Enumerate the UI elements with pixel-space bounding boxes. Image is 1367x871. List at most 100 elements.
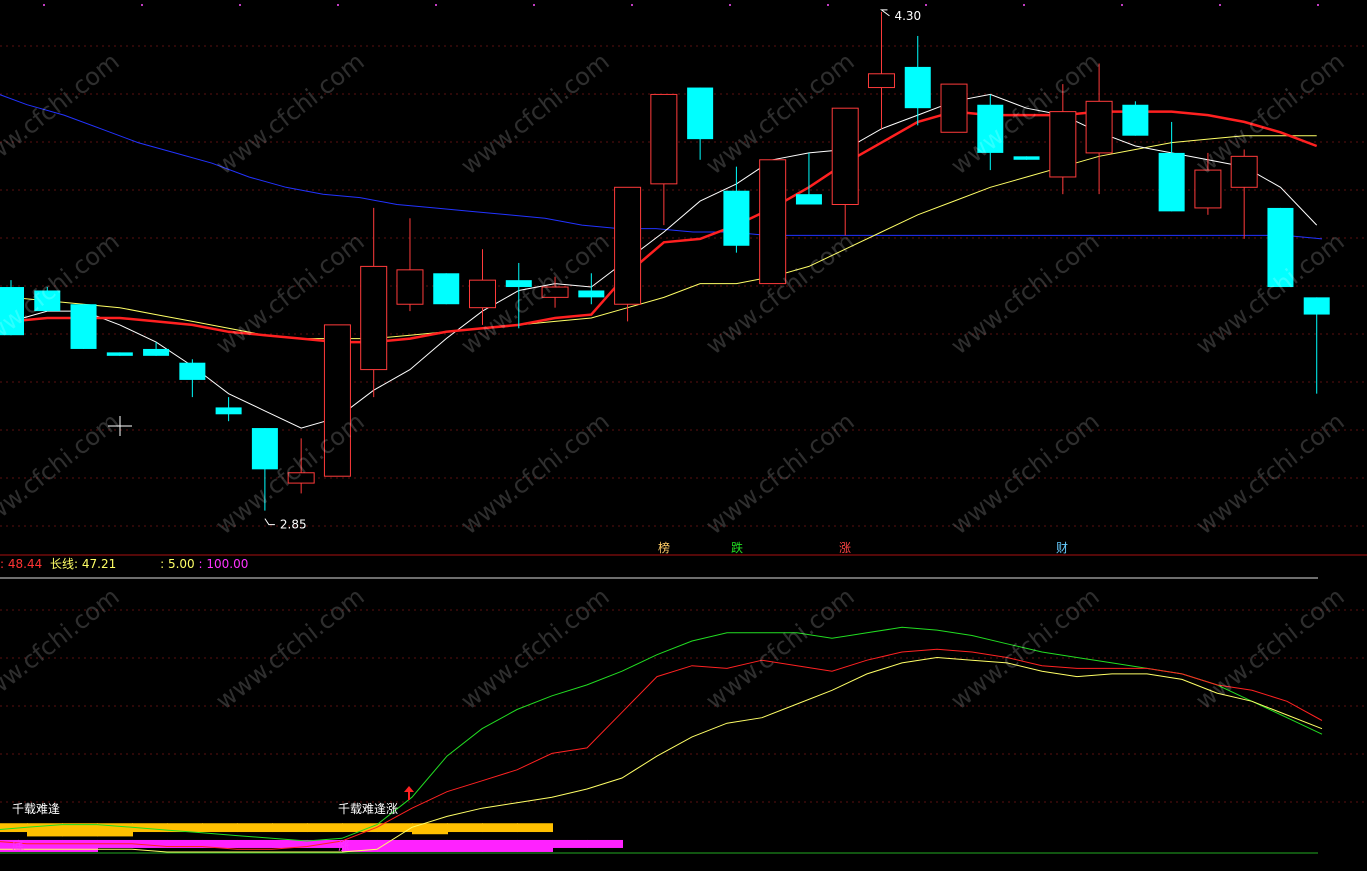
top-dot xyxy=(43,4,45,6)
chart-canvas: 4.302.85榜跌涨财千载难逢 千载难逢涨底 涨www.cfchi.com www.… xyxy=(0,4,1367,854)
signal-bar-magenta xyxy=(587,839,623,848)
candle-body-down xyxy=(1013,156,1040,160)
watermark: www.cfchi.com xyxy=(946,582,1105,715)
candle-body-down xyxy=(1158,152,1185,212)
top-dot xyxy=(533,4,535,6)
indicator-value-1: : 48.44 xyxy=(0,557,43,571)
top-dot xyxy=(141,4,143,6)
candle-body-down xyxy=(578,290,605,298)
signal-marker: 榜 xyxy=(658,540,670,555)
watermark: www.cfchi.com xyxy=(456,47,615,180)
top-dot xyxy=(729,4,731,6)
signal-bar-magenta xyxy=(62,839,98,852)
annotation-bottom-mid: 涨 xyxy=(338,838,350,853)
watermark: www.cfchi.com xyxy=(0,47,125,180)
indicator-value-4: : 100.00 xyxy=(198,557,249,571)
candle-body-up xyxy=(759,159,787,285)
candle-body-down xyxy=(1122,104,1149,136)
candle-body-up xyxy=(1230,155,1258,188)
annotation-left: 千载难逢 xyxy=(12,802,60,816)
indicator-value-3: : 5.00 xyxy=(160,557,195,571)
signal-bar-yellow xyxy=(517,823,553,833)
signal-bar-magenta xyxy=(552,839,588,848)
high-pointer xyxy=(879,9,890,17)
indicator-value-long: 长线: 47.21 xyxy=(50,557,117,571)
watermark: www.cfchi.com xyxy=(1191,407,1350,540)
top-dot xyxy=(337,4,339,6)
top-dot xyxy=(435,4,437,6)
watermark: www.cfchi.com xyxy=(0,582,125,715)
candle-body-up xyxy=(1049,111,1077,178)
top-dot xyxy=(239,4,241,6)
indicator-red-line xyxy=(0,648,1323,850)
watermark: www.cfchi.com xyxy=(456,582,615,715)
signal-bar-magenta xyxy=(517,839,553,852)
signal-bar-yellow xyxy=(202,823,238,833)
candle-body-up xyxy=(360,265,388,371)
low-label: 2.85 xyxy=(280,518,307,532)
candle-body-down xyxy=(795,194,822,205)
candle-body-up xyxy=(650,93,678,185)
top-dot xyxy=(925,4,927,6)
candle-body-down xyxy=(687,87,714,140)
top-dot xyxy=(1219,4,1221,6)
watermark: www.cfchi.com xyxy=(946,407,1105,540)
stock-chart: 4.30 2.85 榜跌涨财千载难逢 千载难逢涨底涨 www.cfchi.com www.… xyxy=(0,0,1367,867)
watermark: www.cfchi.com xyxy=(0,407,125,540)
signal-bar-yellow xyxy=(482,823,518,833)
candle-body-down xyxy=(106,352,133,356)
top-dot xyxy=(1121,4,1123,6)
signal-marker: 财 xyxy=(1056,541,1068,555)
indicator-green-line xyxy=(0,626,1323,842)
candle-body-down xyxy=(179,362,206,380)
annotation-right: 千载难逢涨 xyxy=(338,801,398,816)
watermark: www.cfchi.com xyxy=(1191,47,1350,180)
high-label: 4.30 xyxy=(894,9,921,23)
signal-bar-yellow xyxy=(62,823,98,837)
watermark: www.cfchi.com xyxy=(701,582,860,715)
indicator-yellow-line xyxy=(0,656,1323,853)
signal-bar-yellow xyxy=(272,823,308,833)
candle-body-down xyxy=(70,304,97,349)
signal-bar-yellow xyxy=(412,823,448,835)
watermark: www.cfchi.com xyxy=(701,407,860,540)
signal-bar-yellow xyxy=(447,823,483,833)
signal-bar-yellow xyxy=(342,823,378,833)
top-dot xyxy=(1317,4,1319,6)
candle-body-down xyxy=(433,273,460,305)
candle-body-down xyxy=(143,348,170,356)
signal-bar-magenta xyxy=(27,839,63,852)
candle-body-up xyxy=(396,269,424,305)
candle-body-up xyxy=(1085,100,1113,154)
signal-bar-magenta xyxy=(447,839,483,852)
candle-body-up xyxy=(469,279,497,309)
candle-body-up xyxy=(831,107,859,205)
candle-body-down xyxy=(904,66,931,109)
watermark: www.cfchi.com xyxy=(456,407,615,540)
candle-body-down xyxy=(723,190,750,246)
top-dot xyxy=(827,4,829,6)
candle-body-down xyxy=(1303,297,1330,315)
signal-bar-yellow xyxy=(237,823,273,833)
signal-bar-magenta xyxy=(412,839,448,852)
signal-marker: 涨 xyxy=(839,540,851,555)
indicator-header: : 48.44 长线: 47.21 : 5.00 : 100.00 xyxy=(0,555,248,572)
watermark: www.cfchi.com xyxy=(1191,582,1350,715)
candle-body-down xyxy=(215,407,242,415)
signal-bar-magenta xyxy=(482,839,518,852)
candle-body-up xyxy=(867,73,895,89)
signal-bar-magenta xyxy=(237,839,273,848)
signal-marker: 跌 xyxy=(731,540,743,555)
low-pointer xyxy=(264,518,275,526)
watermark: www.cfchi.com xyxy=(946,227,1105,360)
watermark: www.cfchi.com xyxy=(211,47,370,180)
watermark: www.cfchi.com xyxy=(211,582,370,715)
signal-bar-yellow xyxy=(307,823,343,833)
top-dot xyxy=(631,4,633,6)
top-dot xyxy=(1023,4,1025,6)
annotation-bottom-left: 底 xyxy=(12,838,24,853)
candle-body-down xyxy=(251,428,278,470)
candle-body-up xyxy=(940,83,968,133)
buy-arrow-head xyxy=(404,786,414,792)
candle-body-up xyxy=(614,186,642,305)
